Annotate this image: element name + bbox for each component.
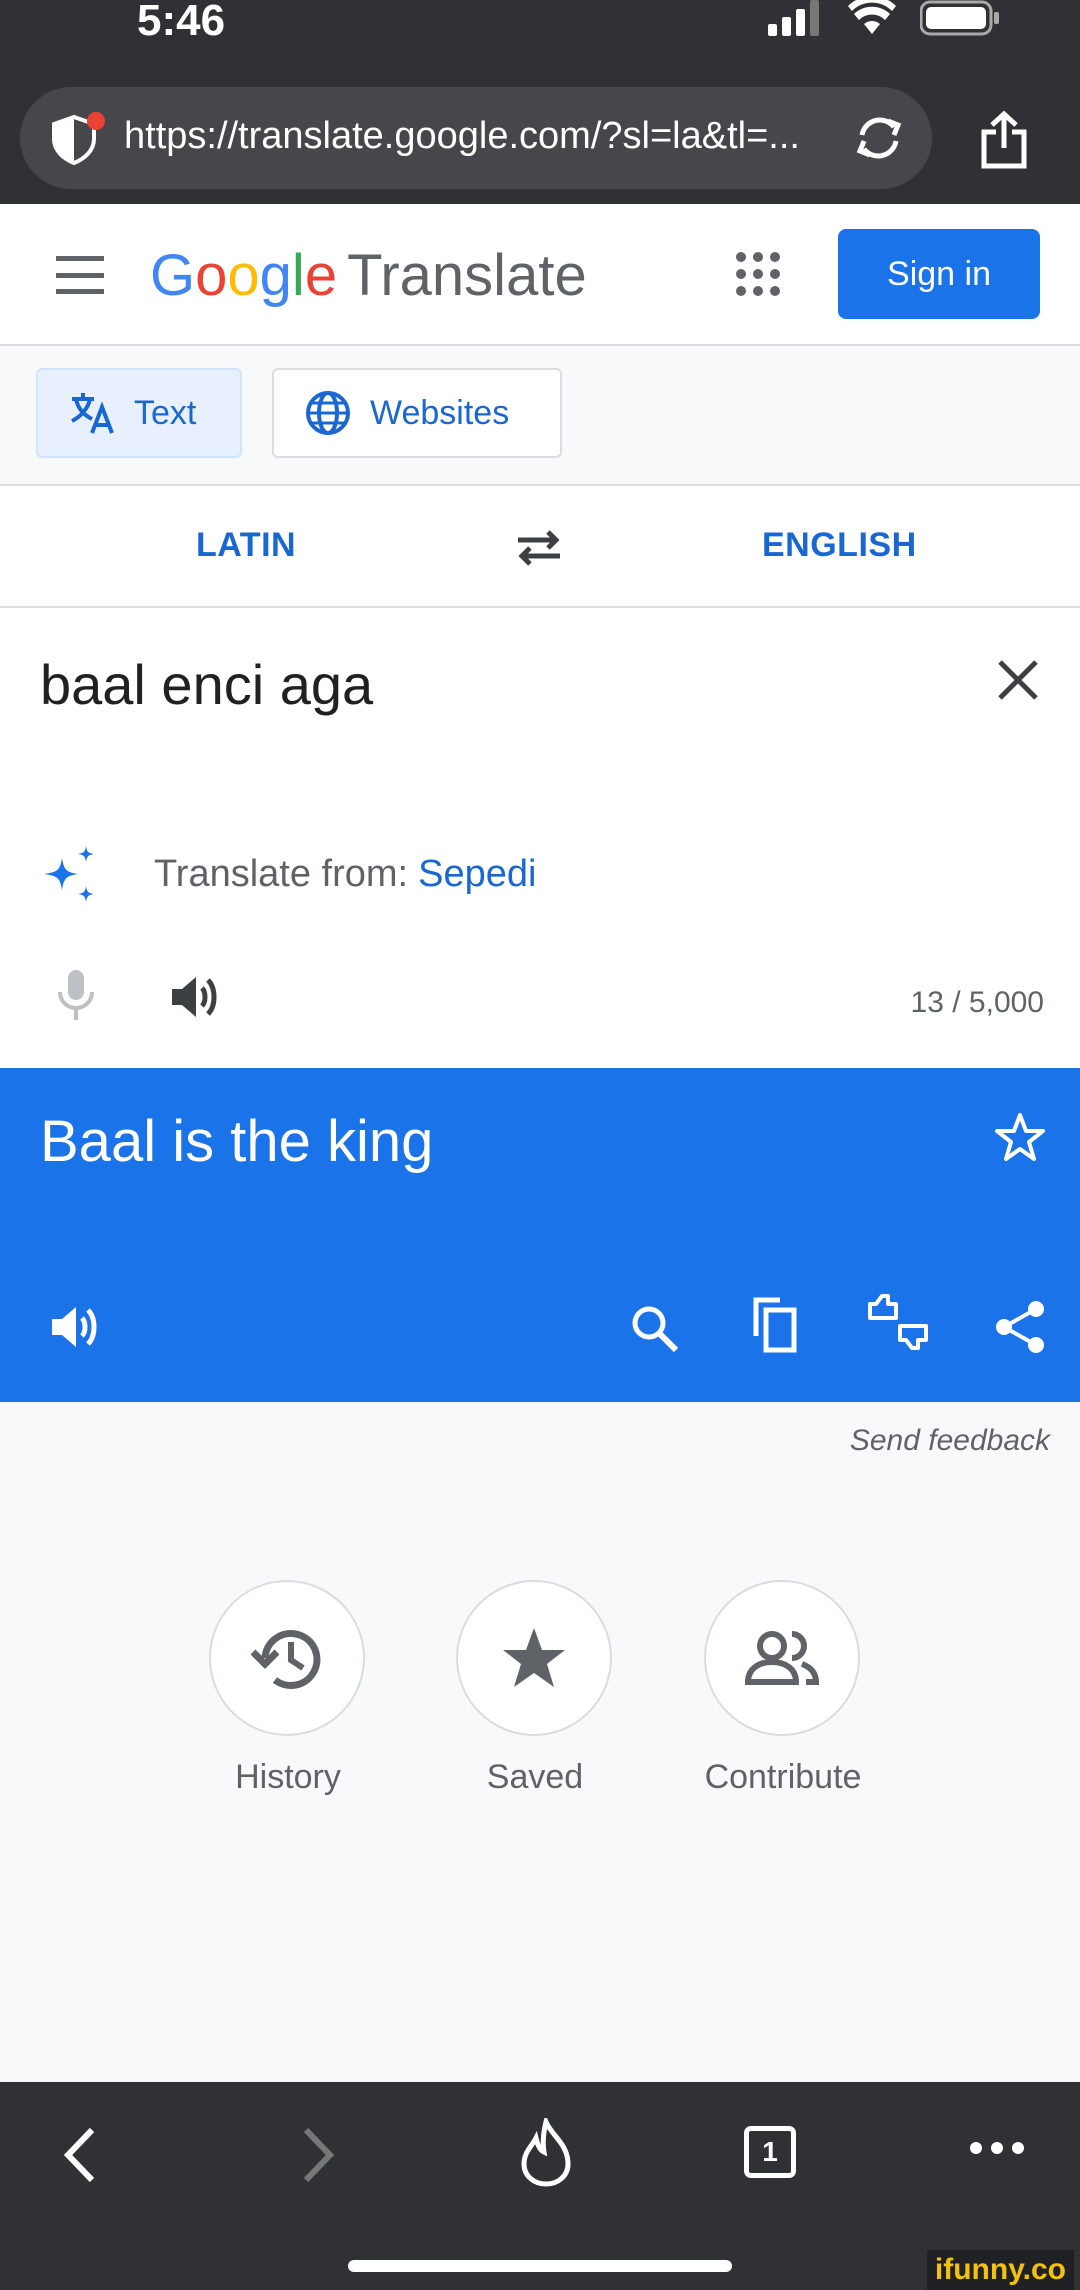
- people-icon: [744, 1631, 820, 1685]
- tab-text-label: Text: [134, 393, 197, 432]
- translation-panel: Baal is the king: [0, 1068, 1080, 1402]
- target-language[interactable]: ENGLISH: [762, 526, 917, 565]
- mode-selector: Text Websites: [0, 346, 1080, 486]
- forward-icon[interactable]: [298, 2124, 338, 2186]
- status-icons: [768, 0, 1000, 36]
- detected-language[interactable]: Translate from: Sepedi: [40, 844, 536, 904]
- translation-output: Baal is the king: [40, 1109, 434, 1174]
- star-outline-icon[interactable]: [994, 1112, 1046, 1162]
- battery-icon: [920, 0, 999, 36]
- browser-top-bar: 5:46 https://translate.google.com/?sl=la…: [0, 0, 1080, 204]
- rate-translation-icon[interactable]: [866, 1294, 930, 1350]
- share-icon[interactable]: [978, 110, 1030, 170]
- search-icon[interactable]: [630, 1304, 680, 1354]
- copy-icon[interactable]: [750, 1296, 800, 1354]
- url-text: https://translate.google.com/?sl=la&tl=.…: [124, 115, 800, 157]
- back-icon[interactable]: [60, 2124, 100, 2186]
- swap-languages-icon[interactable]: [514, 526, 564, 570]
- address-bar[interactable]: https://translate.google.com/?sl=la&tl=.…: [20, 87, 932, 189]
- fire-icon[interactable]: [518, 2118, 574, 2188]
- sparkle-icon: [44, 846, 94, 902]
- share-icon[interactable]: [994, 1300, 1046, 1354]
- star-icon: [503, 1628, 565, 1687]
- history-shortcut[interactable]: History: [209, 1580, 367, 1797]
- send-feedback-link[interactable]: Send feedback: [850, 1424, 1050, 1458]
- microphone-icon[interactable]: [56, 968, 96, 1022]
- speaker-icon[interactable]: [170, 974, 222, 1020]
- translate-icon: [71, 393, 114, 434]
- sign-in-button[interactable]: Sign in: [838, 229, 1040, 319]
- reload-icon[interactable]: [850, 109, 908, 167]
- language-bar: LATIN ENGLISH: [0, 486, 1080, 608]
- contribute-label: Contribute: [704, 1758, 862, 1796]
- app-header: Google Translate Sign in: [0, 204, 1080, 346]
- tabs-button[interactable]: 1: [744, 2126, 796, 2178]
- contribute-shortcut[interactable]: Contribute: [704, 1580, 862, 1797]
- ifunny-watermark: ifunny.co: [926, 2250, 1074, 2290]
- close-icon[interactable]: [996, 658, 1040, 702]
- shield-icon[interactable]: [46, 111, 106, 167]
- saved-label: Saved: [486, 1758, 584, 1796]
- globe-icon: [306, 391, 350, 435]
- tab-websites[interactable]: Websites: [272, 368, 562, 458]
- menu-icon[interactable]: [56, 256, 104, 294]
- history-label: History: [235, 1758, 341, 1796]
- speaker-icon[interactable]: [50, 1304, 102, 1350]
- character-count: 13 / 5,000: [910, 986, 1044, 1019]
- source-input[interactable]: baal enci aga: [40, 652, 373, 717]
- browser-bottom-bar: 1 ifunny.co: [0, 2082, 1080, 2290]
- status-time: 5:46: [137, 0, 226, 45]
- google-translate-logo[interactable]: Google Translate: [150, 242, 587, 309]
- detect-label: Translate from:: [154, 852, 409, 895]
- tab-websites-label: Websites: [370, 393, 510, 432]
- saved-shortcut[interactable]: Saved: [456, 1580, 614, 1797]
- home-indicator: [348, 2260, 732, 2272]
- detect-language-link[interactable]: Sepedi: [418, 853, 536, 896]
- signal-icon: [768, 0, 819, 36]
- history-icon: [251, 1630, 321, 1689]
- wifi-icon: [848, 0, 896, 34]
- apps-grid-icon[interactable]: [736, 252, 780, 296]
- more-menu-icon[interactable]: [970, 2142, 1024, 2154]
- source-language[interactable]: LATIN: [196, 526, 296, 565]
- source-panel: baal enci aga Translate from: Sepedi 13 …: [0, 608, 1080, 1068]
- tab-text[interactable]: Text: [36, 368, 242, 458]
